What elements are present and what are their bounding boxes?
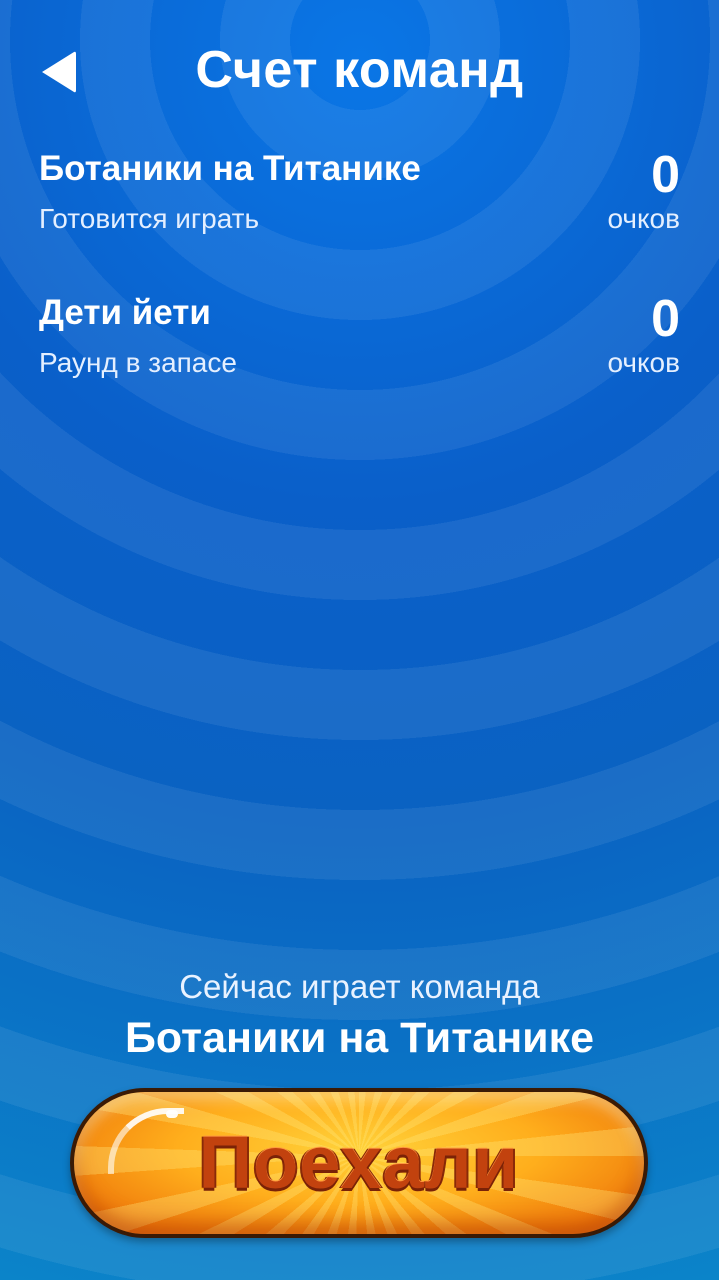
team-row-1[interactable]: Ботаники на Титанике Готовится играть 0 … <box>39 145 680 289</box>
score-screen: Счет команд Ботаники на Титанике Готовит… <box>0 0 719 1280</box>
now-playing-caption: Сейчас играет команда <box>179 968 540 1005</box>
go-button-label: Поехали <box>198 1121 520 1204</box>
team-name: Ботаники на Титанике <box>39 149 421 188</box>
page-title: Счет команд <box>195 41 524 99</box>
team-name: Дети йети <box>39 293 211 332</box>
team-row-2[interactable]: Дети йети Раунд в запасе 0 очков <box>39 289 680 433</box>
button-shine-dot <box>166 1110 178 1118</box>
team-points-label: очков <box>607 203 680 234</box>
now-playing-team: Ботаники на Титанике <box>124 1014 595 1062</box>
header: Счет команд <box>0 30 719 114</box>
team-status: Раунд в запасе <box>39 347 237 378</box>
team-score: 0 <box>651 146 680 204</box>
team-list: Ботаники на Титанике Готовится играть 0 … <box>39 145 680 433</box>
go-button[interactable]: Поехали <box>70 1088 648 1238</box>
team-points-label: очков <box>607 347 680 378</box>
now-playing: Сейчас играет команда Ботаники на Титани… <box>0 968 719 1063</box>
team-status: Готовится играть <box>39 203 260 234</box>
team-score: 0 <box>651 290 680 348</box>
